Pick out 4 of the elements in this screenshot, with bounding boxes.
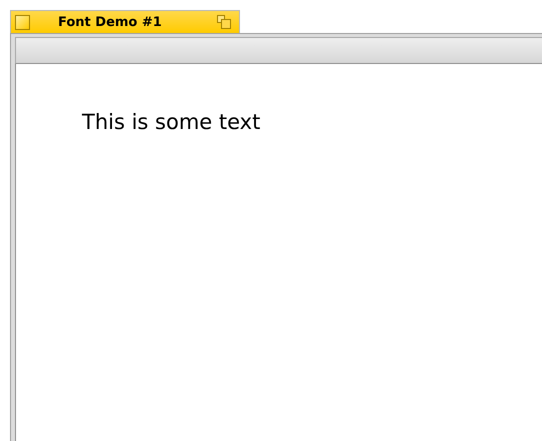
demo-text: This is some text [82, 110, 260, 134]
window-title: Font Demo #1 [58, 14, 163, 30]
close-icon[interactable] [15, 14, 30, 30]
zoom-icon[interactable] [217, 15, 231, 29]
